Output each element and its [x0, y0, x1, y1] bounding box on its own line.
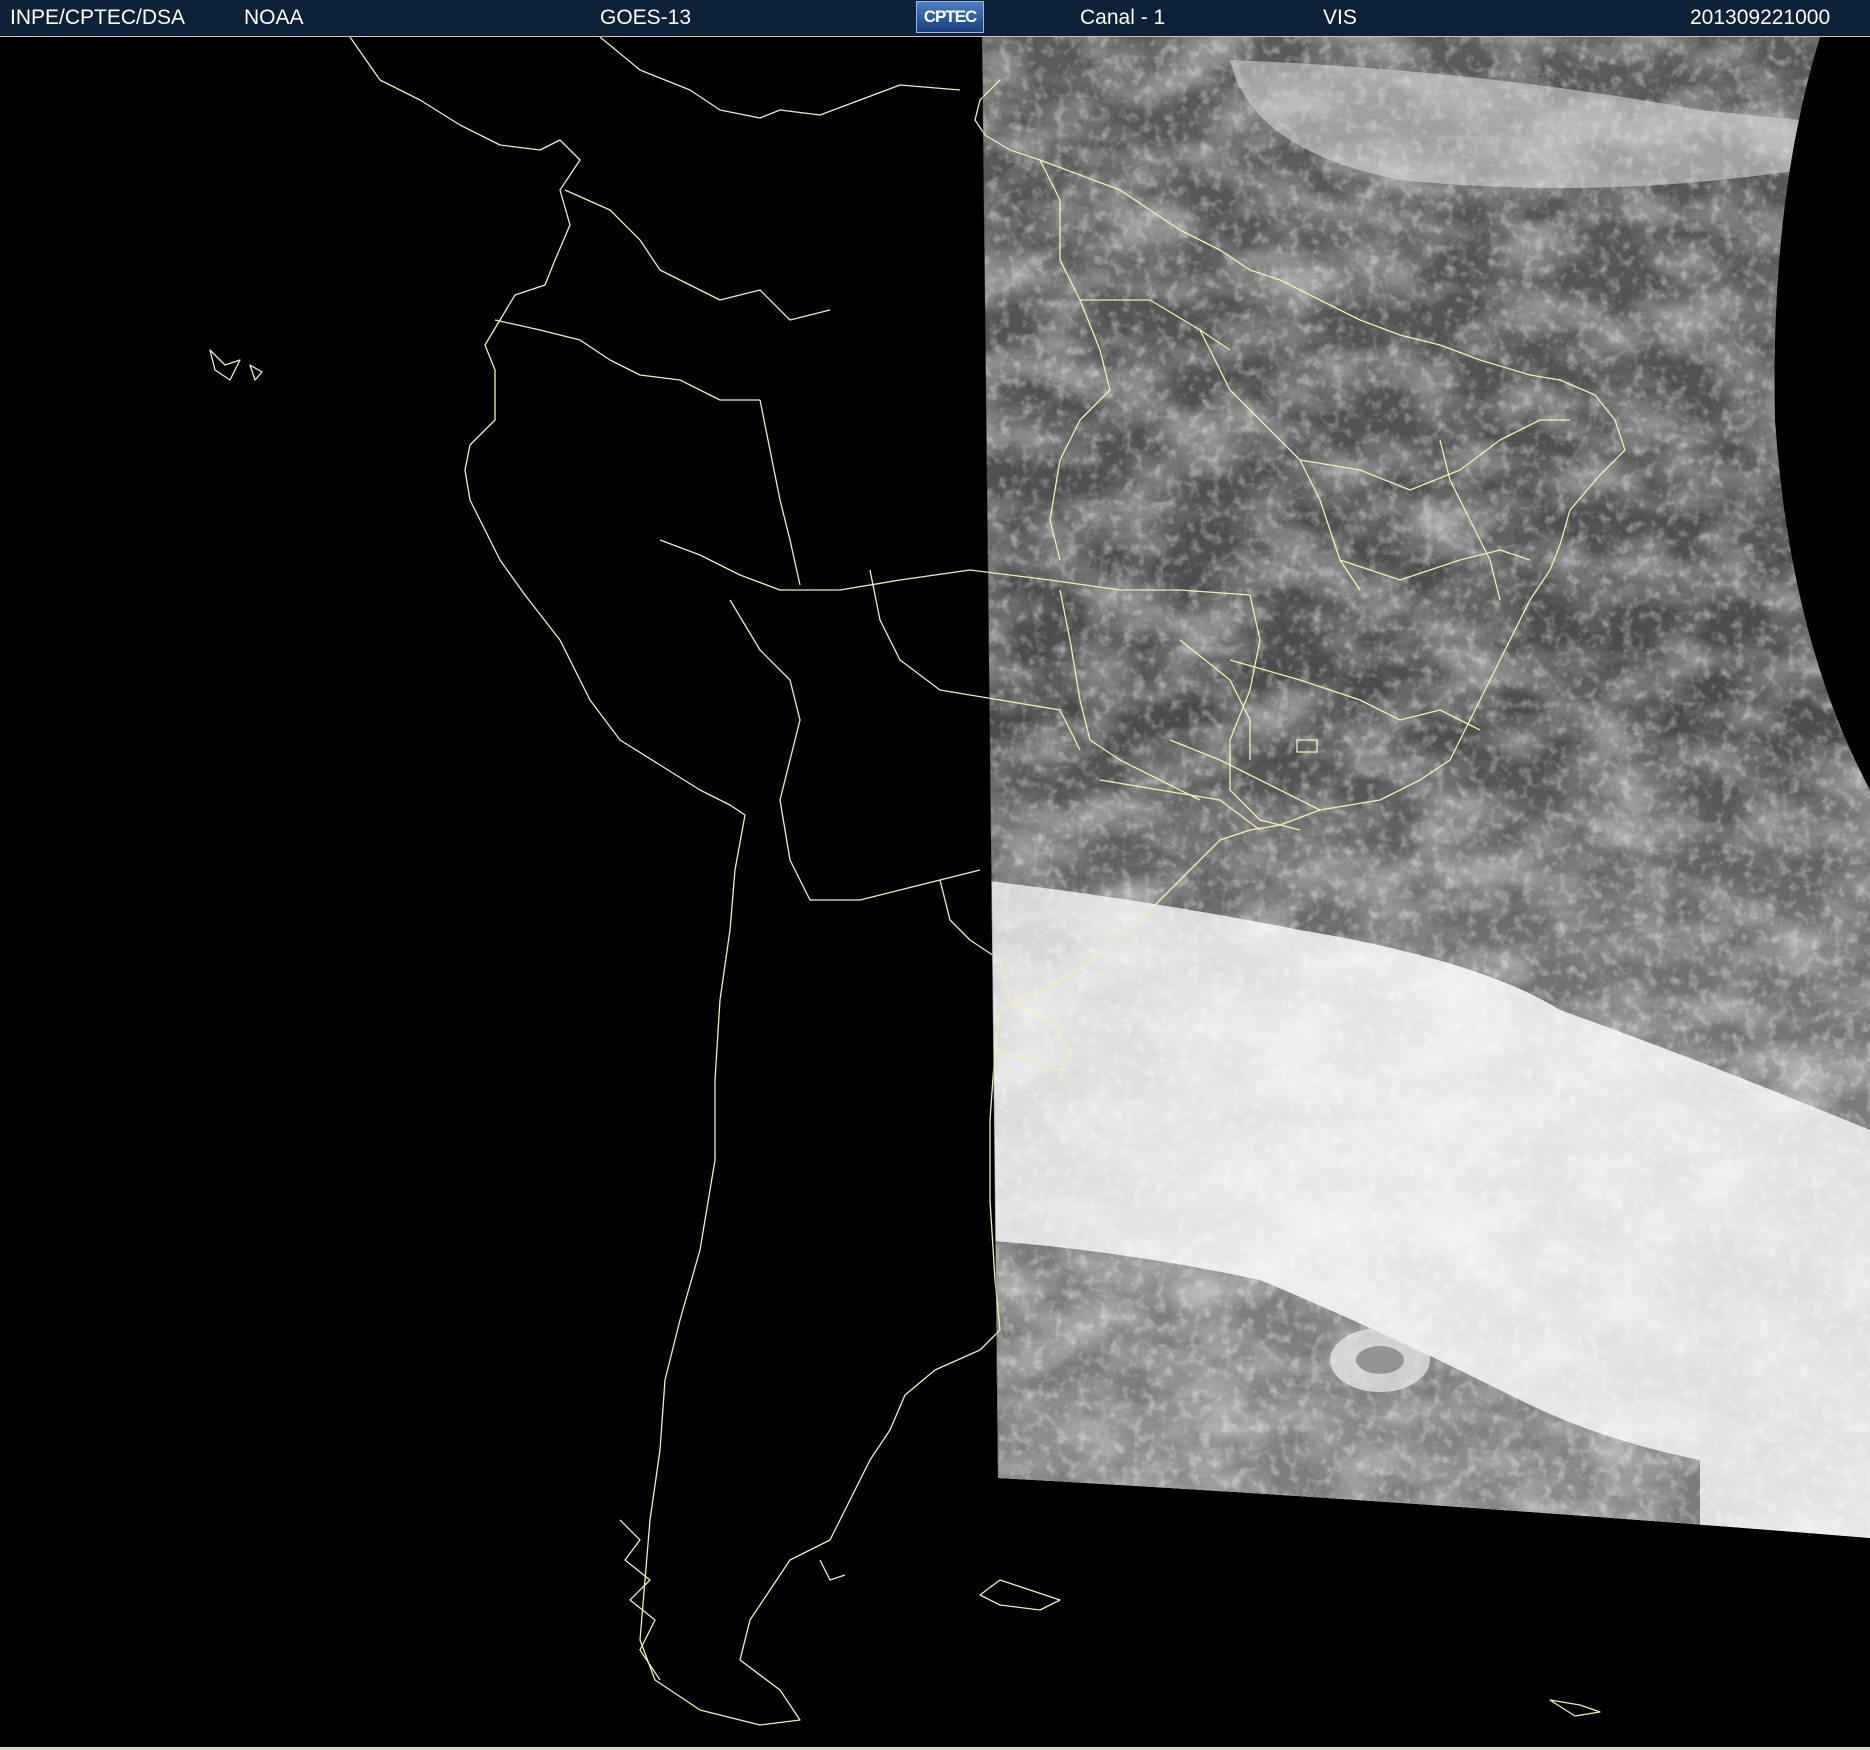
header-bar: INPE/CPTEC/DSA NOAA GOES-13 CPTEC Canal …: [0, 0, 1870, 37]
illuminated-area: [982, 37, 1870, 1538]
provider-label: NOAA: [244, 6, 304, 29]
agency-label: INPE/CPTEC/DSA: [10, 6, 186, 29]
cptec-logo-icon: CPTEC: [916, 1, 984, 33]
logo-text: CPTEC: [923, 7, 978, 26]
band-label: VIS: [1323, 6, 1357, 29]
satellite-label: GOES-13: [600, 6, 692, 29]
channel-label: Canal - 1: [1080, 6, 1166, 29]
satellite-map: [0, 37, 1870, 1747]
timestamp-label: 201309221000: [1690, 6, 1831, 29]
